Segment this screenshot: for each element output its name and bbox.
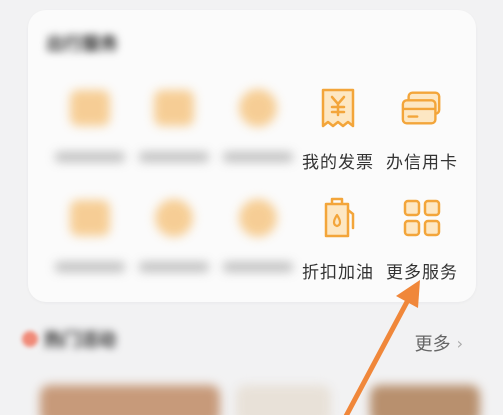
service-item-blurred-5[interactable] [130,196,218,286]
blurred-label [139,152,209,162]
more-link-label: 更多 [414,334,451,355]
blurred-label [139,262,209,272]
card-title: 出行服务 [46,34,118,55]
service-item-label: 办信用卡 [386,153,458,173]
section-header: 热门活动 [22,324,116,354]
blurred-icon [152,196,196,240]
section-title: 热门活动 [44,330,116,351]
section-dot-icon [22,331,38,347]
service-item-label: 我的发票 [302,153,374,173]
more-grid-icon [400,196,444,240]
blurred-icon [68,196,112,240]
credit-card-icon [400,86,444,130]
blurred-label [223,152,293,162]
blurred-label [55,152,125,162]
service-item-blurred-2[interactable] [130,86,218,176]
service-item-label: 更多服务 [386,263,458,283]
service-item-blurred-1[interactable] [46,86,134,176]
banner-image-3[interactable] [370,385,480,415]
service-item-blurred-4[interactable] [46,196,134,286]
service-item-label: 折扣加油 [302,263,374,283]
blurred-icon [68,86,112,130]
service-item-invoice[interactable]: 我的发票 [294,86,382,176]
blurred-icon [236,196,280,240]
service-item-blurred-3[interactable] [214,86,302,176]
blurred-icon [236,86,280,130]
banner-image-1[interactable] [40,385,220,415]
chevron-right-icon: › [456,333,463,353]
invoice-icon [316,86,360,130]
service-item-credit-card[interactable]: 办信用卡 [378,86,466,176]
blurred-label [55,262,125,272]
banner-image-2[interactable] [236,385,331,415]
blurred-label [223,262,293,272]
service-item-blurred-6[interactable] [214,196,302,286]
blurred-icon [152,86,196,130]
section-more-link[interactable]: 更多 › [415,330,463,356]
fuel-icon [316,196,360,240]
service-item-fuel[interactable]: 折扣加油 [294,196,382,286]
service-item-more-services[interactable]: 更多服务 [378,196,466,286]
